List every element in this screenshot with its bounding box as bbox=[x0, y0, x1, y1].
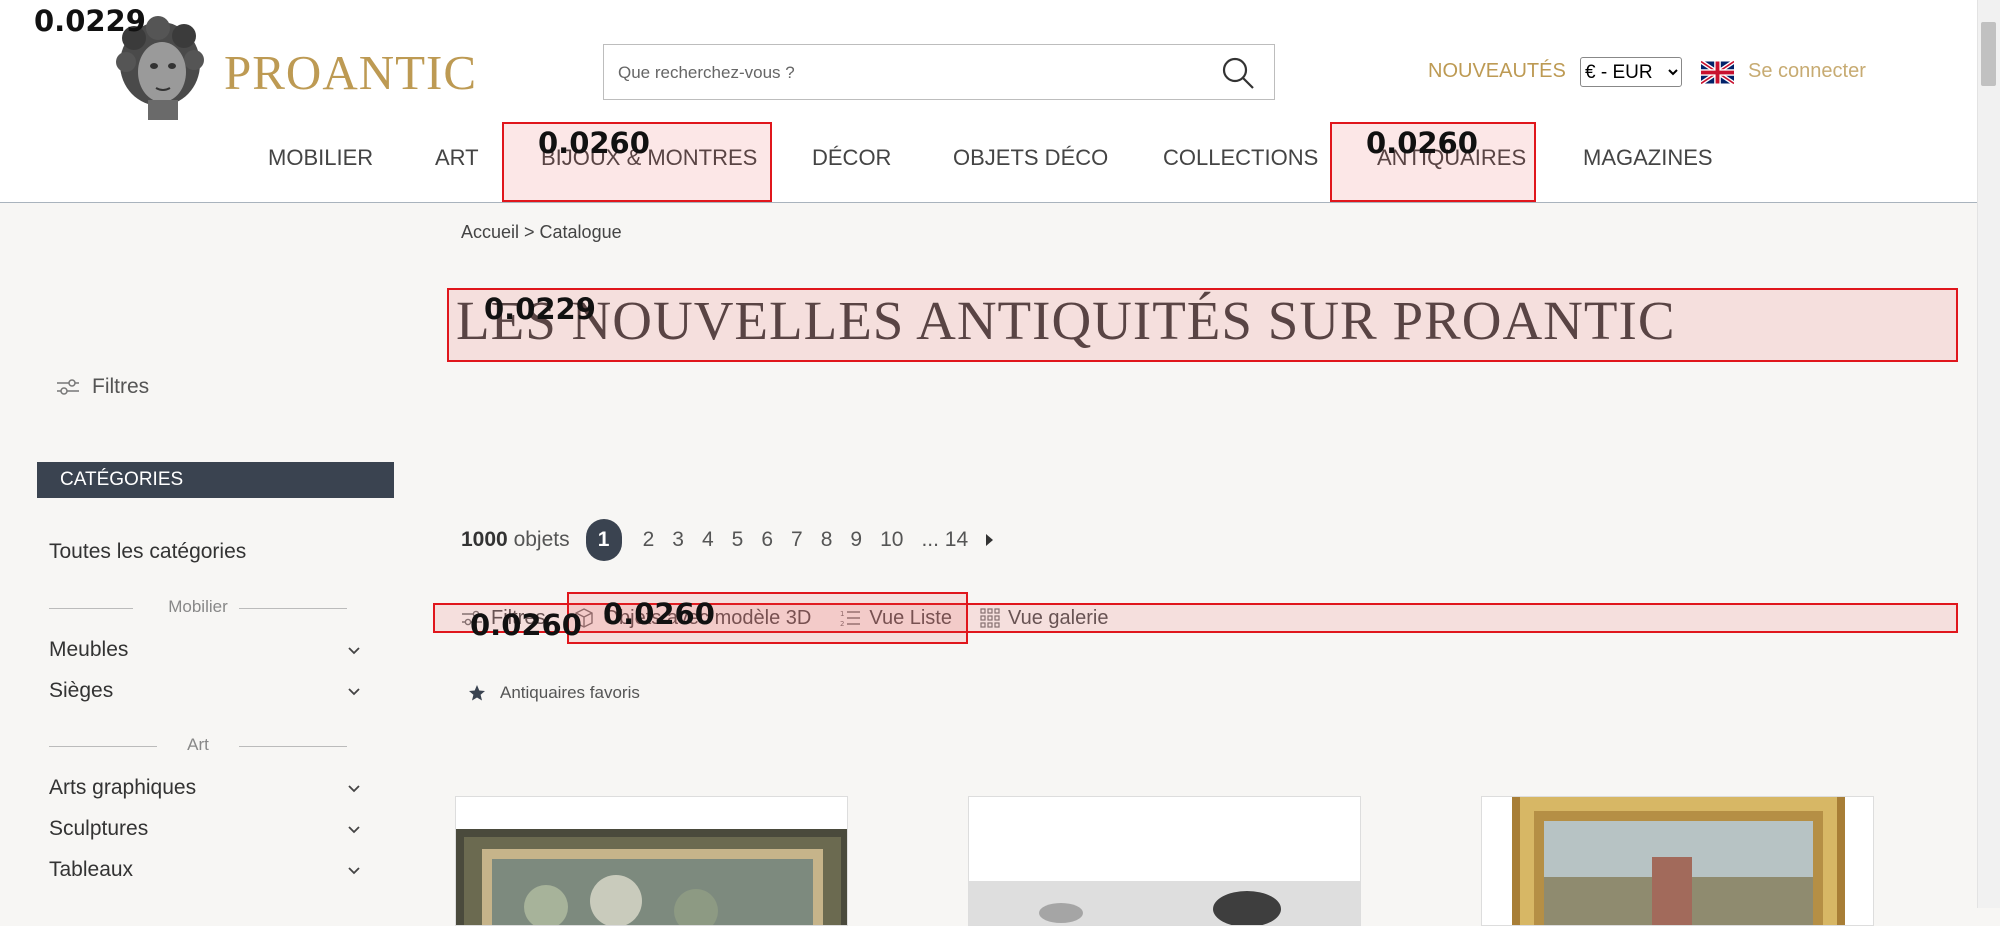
category-meubles[interactable]: Meubles bbox=[49, 638, 361, 668]
page-4[interactable]: 4 bbox=[702, 528, 714, 552]
list-view-button[interactable]: 1 2 Vue Liste bbox=[839, 607, 952, 630]
next-page-icon[interactable] bbox=[983, 533, 995, 547]
list-view-label: Vue Liste bbox=[869, 606, 952, 629]
filter-sliders-icon bbox=[57, 379, 79, 395]
chevron-down-icon[interactable] bbox=[347, 644, 361, 658]
category-sieges[interactable]: Sièges bbox=[49, 679, 361, 709]
toolbar-filters-button[interactable]: Filtres bbox=[461, 607, 545, 630]
all-categories-link[interactable]: Toutes les catégories bbox=[49, 540, 246, 564]
separator-line bbox=[239, 608, 347, 609]
currency-select[interactable]: € - EUR bbox=[1580, 57, 1682, 87]
page-6[interactable]: 6 bbox=[761, 528, 773, 552]
category-arts-graphiques[interactable]: Arts graphiques bbox=[49, 776, 361, 806]
gallery-view-button[interactable]: Vue galerie bbox=[980, 607, 1108, 630]
page-title: LES NOUVELLES ANTIQUITÉS SUR PROANTIC bbox=[456, 290, 1676, 351]
uk-flag-icon[interactable] bbox=[1701, 60, 1734, 85]
page-scrollbar[interactable] bbox=[1977, 0, 2000, 908]
page-9[interactable]: 9 bbox=[850, 528, 862, 552]
category-label: Meubles bbox=[49, 638, 129, 661]
page-3[interactable]: 3 bbox=[672, 528, 684, 552]
group-label: Art bbox=[187, 735, 209, 754]
site-header: PROANTIC NOUVEAUTÉS € - EUR Se connecter… bbox=[0, 0, 1978, 203]
pagination: 1000 objets 1 2 3 4 5 6 7 8 9 10 ... 14 bbox=[461, 519, 995, 561]
nav-mobilier[interactable]: MOBILIER bbox=[268, 145, 373, 171]
page-5[interactable]: 5 bbox=[732, 528, 744, 552]
group-label: Mobilier bbox=[168, 597, 228, 616]
search-icon[interactable] bbox=[1220, 55, 1256, 91]
model3d-label: Objets avec modèle 3D bbox=[603, 606, 812, 629]
filter-sliders-icon bbox=[462, 610, 482, 626]
gallery-view-label: Vue galerie bbox=[1008, 606, 1109, 629]
view-toolbar: Filtres Objets avec modèle 3D 1 2 Vue Li… bbox=[461, 604, 1136, 632]
page-8[interactable]: 8 bbox=[821, 528, 833, 552]
page-last[interactable]: ... 14 bbox=[921, 528, 968, 552]
product-image[interactable] bbox=[456, 797, 848, 926]
chevron-down-icon[interactable] bbox=[347, 782, 361, 796]
nav-antiquaires[interactable]: ANTIQUAIRES bbox=[1377, 145, 1526, 171]
search-box bbox=[603, 44, 1275, 101]
product-card[interactable] bbox=[1481, 796, 1874, 926]
svg-text:2: 2 bbox=[840, 620, 844, 628]
logo-bust-icon[interactable] bbox=[112, 16, 210, 122]
model3d-toggle[interactable]: Objets avec modèle 3D bbox=[573, 607, 811, 630]
cube-3d-icon bbox=[575, 608, 594, 628]
category-sculptures[interactable]: Sculptures bbox=[49, 817, 361, 847]
breadcrumb[interactable]: Accueil > Catalogue bbox=[461, 222, 622, 243]
svg-text:1: 1 bbox=[840, 610, 844, 618]
object-count-number: 1000 bbox=[461, 528, 508, 551]
nav-decor[interactable]: DÉCOR bbox=[812, 145, 891, 171]
nav-bijoux-montres[interactable]: BIJOUX & MONTRES bbox=[541, 145, 757, 171]
category-label: Tableaux bbox=[49, 858, 134, 881]
object-count: 1000 objets bbox=[461, 528, 570, 552]
nav-collections[interactable]: COLLECTIONS bbox=[1163, 145, 1318, 171]
product-card[interactable] bbox=[968, 796, 1361, 926]
category-tableaux[interactable]: Tableaux bbox=[49, 858, 361, 888]
scrollbar-thumb[interactable] bbox=[1981, 22, 1996, 86]
category-label: Sièges bbox=[49, 679, 114, 702]
categories-header: CATÉGORIES bbox=[37, 462, 394, 498]
chevron-down-icon[interactable] bbox=[347, 685, 361, 699]
search-input[interactable] bbox=[616, 45, 1200, 101]
login-link[interactable]: Se connecter bbox=[1748, 60, 1866, 83]
nav-magazines[interactable]: MAGAZINES bbox=[1583, 145, 1713, 171]
group-separator-mobilier: Mobilier bbox=[49, 597, 347, 619]
page-7[interactable]: 7 bbox=[791, 528, 803, 552]
star-icon bbox=[469, 685, 485, 701]
nouveautes-link[interactable]: NOUVEAUTÉS bbox=[1428, 60, 1566, 83]
grid-icon bbox=[980, 608, 1000, 628]
sidebar-filters-button[interactable]: Filtres bbox=[56, 375, 149, 399]
object-count-unit: objets bbox=[513, 528, 570, 551]
numbered-list-icon: 1 2 bbox=[840, 610, 861, 628]
nav-art[interactable]: ART bbox=[435, 145, 479, 171]
category-label: Sculptures bbox=[49, 817, 149, 840]
group-separator-art: Art bbox=[49, 735, 347, 757]
sidebar-filters-label: Filtres bbox=[92, 375, 150, 398]
page-1-current[interactable]: 1 bbox=[585, 519, 622, 561]
page-10[interactable]: 10 bbox=[880, 528, 903, 552]
product-image[interactable] bbox=[969, 797, 1361, 926]
chevron-down-icon[interactable] bbox=[347, 823, 361, 837]
main-nav: MOBILIER ART BIJOUX & MONTRES DÉCOR OBJE… bbox=[0, 145, 1978, 181]
page-2[interactable]: 2 bbox=[643, 528, 655, 552]
favorite-dealers-filter[interactable]: Antiquaires favoris bbox=[468, 683, 640, 703]
toolbar-filters-label: Filtres bbox=[491, 606, 546, 629]
nav-objets-deco[interactable]: OBJETS DÉCO bbox=[953, 145, 1108, 171]
favorite-dealers-label: Antiquaires favoris bbox=[500, 683, 640, 702]
category-label: Arts graphiques bbox=[49, 776, 197, 799]
product-image[interactable] bbox=[1482, 797, 1874, 926]
product-card[interactable] bbox=[455, 796, 848, 926]
brand-name[interactable]: PROANTIC bbox=[224, 44, 477, 101]
separator-line bbox=[239, 746, 347, 747]
chevron-down-icon[interactable] bbox=[347, 864, 361, 878]
